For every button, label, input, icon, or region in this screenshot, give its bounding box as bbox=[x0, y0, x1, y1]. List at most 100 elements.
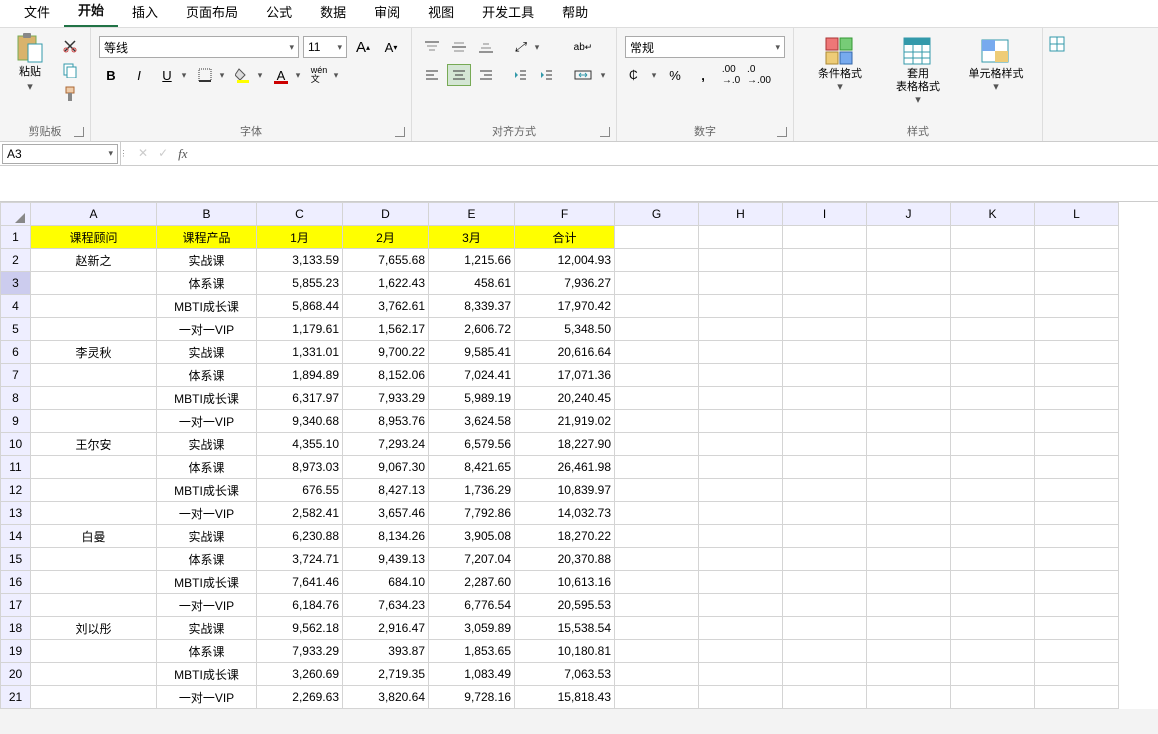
indent-increase-button[interactable] bbox=[534, 64, 558, 86]
cell-F11[interactable]: 26,461.98 bbox=[515, 456, 615, 479]
cell-F15[interactable]: 20,370.88 bbox=[515, 548, 615, 571]
cell-L10[interactable] bbox=[1035, 433, 1119, 456]
cell-B21[interactable]: 一对一VIP bbox=[157, 686, 257, 709]
font-name-combo[interactable]: 等线▾ bbox=[99, 36, 299, 58]
cell-D2[interactable]: 7,655.68 bbox=[343, 249, 429, 272]
number-format-combo[interactable]: 常规▾ bbox=[625, 36, 785, 58]
phonetic-button[interactable]: wén文 bbox=[307, 64, 331, 86]
cell-E10[interactable]: 6,579.56 bbox=[429, 433, 515, 456]
font-size-combo[interactable]: 11▾ bbox=[303, 36, 347, 58]
row-header-18[interactable]: 18 bbox=[1, 617, 31, 640]
cell-I15[interactable] bbox=[783, 548, 867, 571]
cell-D15[interactable]: 9,439.13 bbox=[343, 548, 429, 571]
cell-C6[interactable]: 1,331.01 bbox=[257, 341, 343, 364]
cell-C20[interactable]: 3,260.69 bbox=[257, 663, 343, 686]
col-header-L[interactable]: L bbox=[1035, 203, 1119, 226]
cell-G10[interactable] bbox=[615, 433, 699, 456]
cell-H15[interactable] bbox=[699, 548, 783, 571]
cell-I2[interactable] bbox=[783, 249, 867, 272]
cell-L8[interactable] bbox=[1035, 387, 1119, 410]
cell-B11[interactable]: 体系课 bbox=[157, 456, 257, 479]
row-header-19[interactable]: 19 bbox=[1, 640, 31, 663]
cell-L14[interactable] bbox=[1035, 525, 1119, 548]
cell-H8[interactable] bbox=[699, 387, 783, 410]
comma-button[interactable]: , bbox=[691, 64, 715, 86]
cell-F8[interactable]: 20,240.45 bbox=[515, 387, 615, 410]
cell-G6[interactable] bbox=[615, 341, 699, 364]
row-header-10[interactable]: 10 bbox=[1, 433, 31, 456]
cell-B5[interactable]: 一对一VIP bbox=[157, 318, 257, 341]
cell-D9[interactable]: 8,953.76 bbox=[343, 410, 429, 433]
accounting-dropdown[interactable]: ▾ bbox=[649, 64, 659, 86]
cell-E9[interactable]: 3,624.58 bbox=[429, 410, 515, 433]
row-header-5[interactable]: 5 bbox=[1, 318, 31, 341]
cell-E21[interactable]: 9,728.16 bbox=[429, 686, 515, 709]
cell-C16[interactable]: 7,641.46 bbox=[257, 571, 343, 594]
col-header-H[interactable]: H bbox=[699, 203, 783, 226]
cell-B7[interactable]: 体系课 bbox=[157, 364, 257, 387]
align-top-button[interactable] bbox=[420, 36, 444, 58]
cell-H5[interactable] bbox=[699, 318, 783, 341]
row-header-20[interactable]: 20 bbox=[1, 663, 31, 686]
cell-A20[interactable] bbox=[31, 663, 157, 686]
cell-G15[interactable] bbox=[615, 548, 699, 571]
cell-H16[interactable] bbox=[699, 571, 783, 594]
cell-A2[interactable]: 赵新之 bbox=[31, 249, 157, 272]
cell-E1[interactable]: 3月 bbox=[429, 226, 515, 249]
row-header-13[interactable]: 13 bbox=[1, 502, 31, 525]
cell-K5[interactable] bbox=[951, 318, 1035, 341]
row-header-2[interactable]: 2 bbox=[1, 249, 31, 272]
cell-C8[interactable]: 6,317.97 bbox=[257, 387, 343, 410]
cell-F20[interactable]: 7,063.53 bbox=[515, 663, 615, 686]
cell-I10[interactable] bbox=[783, 433, 867, 456]
cell-D16[interactable]: 684.10 bbox=[343, 571, 429, 594]
cell-C21[interactable]: 2,269.63 bbox=[257, 686, 343, 709]
cell-I12[interactable] bbox=[783, 479, 867, 502]
cell-D5[interactable]: 1,562.17 bbox=[343, 318, 429, 341]
cell-A17[interactable] bbox=[31, 594, 157, 617]
cell-D20[interactable]: 2,719.35 bbox=[343, 663, 429, 686]
cell-I3[interactable] bbox=[783, 272, 867, 295]
cell-H12[interactable] bbox=[699, 479, 783, 502]
cell-J4[interactable] bbox=[867, 295, 951, 318]
cell-L13[interactable] bbox=[1035, 502, 1119, 525]
cell-J13[interactable] bbox=[867, 502, 951, 525]
cell-E14[interactable]: 3,905.08 bbox=[429, 525, 515, 548]
cell-G11[interactable] bbox=[615, 456, 699, 479]
cell-J14[interactable] bbox=[867, 525, 951, 548]
cell-I9[interactable] bbox=[783, 410, 867, 433]
cell-C5[interactable]: 1,179.61 bbox=[257, 318, 343, 341]
cell-K14[interactable] bbox=[951, 525, 1035, 548]
cell-G12[interactable] bbox=[615, 479, 699, 502]
cell-J11[interactable] bbox=[867, 456, 951, 479]
cell-D19[interactable]: 393.87 bbox=[343, 640, 429, 663]
cell-H1[interactable] bbox=[699, 226, 783, 249]
col-header-I[interactable]: I bbox=[783, 203, 867, 226]
cell-F13[interactable]: 14,032.73 bbox=[515, 502, 615, 525]
cell-L18[interactable] bbox=[1035, 617, 1119, 640]
enter-formula-button[interactable]: ✓ bbox=[158, 146, 168, 162]
cell-L19[interactable] bbox=[1035, 640, 1119, 663]
cell-J5[interactable] bbox=[867, 318, 951, 341]
cell-B17[interactable]: 一对一VIP bbox=[157, 594, 257, 617]
cell-C19[interactable]: 7,933.29 bbox=[257, 640, 343, 663]
row-header-12[interactable]: 12 bbox=[1, 479, 31, 502]
cell-A8[interactable] bbox=[31, 387, 157, 410]
fill-color-button[interactable] bbox=[231, 64, 255, 86]
cell-J6[interactable] bbox=[867, 341, 951, 364]
cell-F3[interactable]: 7,936.27 bbox=[515, 272, 615, 295]
cell-C11[interactable]: 8,973.03 bbox=[257, 456, 343, 479]
cell-B3[interactable]: 体系课 bbox=[157, 272, 257, 295]
align-middle-button[interactable] bbox=[447, 36, 471, 58]
cell-G20[interactable] bbox=[615, 663, 699, 686]
align-launcher[interactable] bbox=[600, 127, 610, 137]
cell-D10[interactable]: 7,293.24 bbox=[343, 433, 429, 456]
col-header-G[interactable]: G bbox=[615, 203, 699, 226]
cell-K18[interactable] bbox=[951, 617, 1035, 640]
cell-K17[interactable] bbox=[951, 594, 1035, 617]
cell-J12[interactable] bbox=[867, 479, 951, 502]
row-header-16[interactable]: 16 bbox=[1, 571, 31, 594]
col-header-K[interactable]: K bbox=[951, 203, 1035, 226]
cell-B4[interactable]: MBTI成长课 bbox=[157, 295, 257, 318]
cell-G18[interactable] bbox=[615, 617, 699, 640]
